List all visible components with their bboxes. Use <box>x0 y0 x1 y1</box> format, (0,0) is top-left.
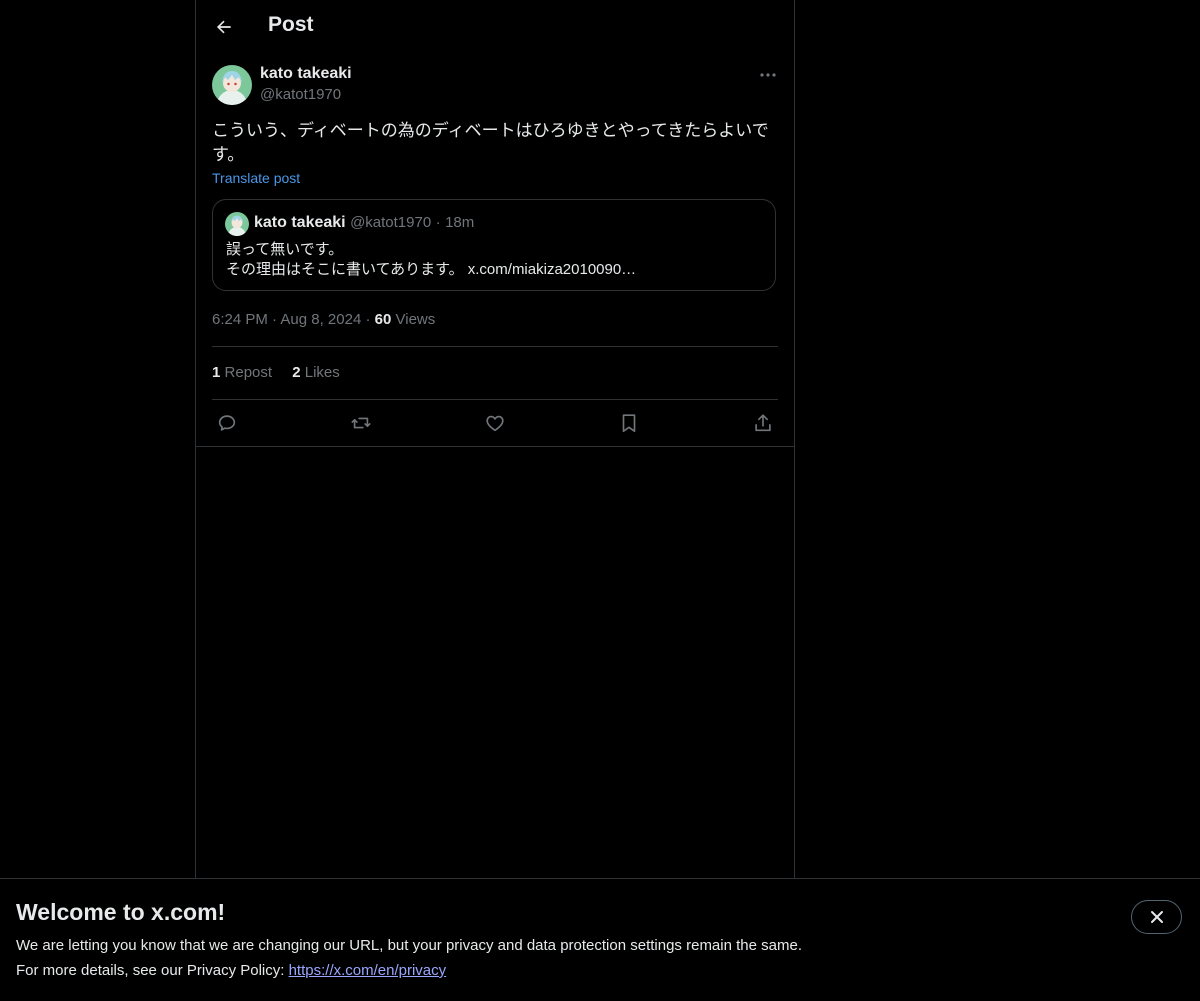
views-label: Views <box>395 311 436 328</box>
likes-count: 2 <box>292 364 301 381</box>
banner-title: Welcome to x.com! <box>16 899 226 925</box>
reposts-count: 1 <box>212 364 221 381</box>
post-meta: 6:24 PM · Aug 8, 2024 · 60 Views <box>212 311 435 328</box>
more-icon <box>760 73 776 77</box>
bookmark-button[interactable] <box>615 410 643 436</box>
separator: · <box>365 311 371 328</box>
tweet-text: こういう、ディベートの為のディベートはひろゆきとやってきたらよいです。 <box>212 121 769 164</box>
quoted-text-line: 誤って無いです。 <box>226 241 344 258</box>
separator: · <box>435 214 441 231</box>
divider <box>196 446 794 447</box>
divider <box>212 346 778 347</box>
banner-privacy-prefix: For more details, see our Privacy Policy… <box>16 962 289 979</box>
reply-button[interactable] <box>213 410 241 436</box>
reposts-stat[interactable]: 1 Repost <box>212 364 276 381</box>
quoted-post[interactable]: kato takeaki @katot1970 · 18m 誤って無いです。 そ… <box>212 199 776 291</box>
url-change-banner: Welcome to x.com! We are letting you kno… <box>0 878 1200 1001</box>
author-name[interactable]: kato takeaki <box>260 65 352 83</box>
repost-button[interactable] <box>347 410 375 436</box>
avatar[interactable] <box>212 65 252 105</box>
quoted-avatar-image <box>225 212 249 236</box>
more-options-button[interactable] <box>757 65 779 85</box>
arrow-left-icon <box>216 20 231 34</box>
author-handle[interactable]: @katot1970 <box>260 86 341 103</box>
quoted-author-handle: @katot1970 <box>350 214 432 231</box>
post-time[interactable]: 6:24 PM <box>212 311 268 328</box>
post-stats: 1 Repost 2 Likes <box>212 364 356 381</box>
quoted-text-line: その理由はそこに書いてあります。 x.com/miakiza2010090… <box>226 261 637 278</box>
like-icon <box>486 415 504 432</box>
quoted-time: 18m <box>445 214 475 231</box>
share-icon <box>755 414 771 432</box>
translate-post-link[interactable]: Translate post <box>212 170 300 186</box>
avatar-image <box>212 65 252 105</box>
privacy-policy-link[interactable]: https://x.com/en/privacy <box>289 962 447 979</box>
quoted-text: 誤って無いです。 その理由はそこに書いてあります。 x.com/miakiza2… <box>226 240 636 280</box>
views-count: 60 <box>374 311 392 328</box>
post-header: Post <box>196 0 794 54</box>
reposts-label: Repost <box>224 364 273 381</box>
divider <box>212 399 778 400</box>
banner-message: We are letting you know that we are chan… <box>16 937 802 954</box>
banner-privacy-line: For more details, see our Privacy Policy… <box>16 962 446 979</box>
like-button[interactable] <box>481 410 509 436</box>
repost-icon <box>351 417 371 429</box>
post-column: Post kato takeaki @katot1970 こういう、ディベートの… <box>195 0 795 878</box>
back-button[interactable] <box>207 10 241 44</box>
post-date[interactable]: Aug 8, 2024 <box>280 311 361 328</box>
share-button[interactable] <box>749 410 777 436</box>
separator: · <box>272 311 278 328</box>
quoted-avatar <box>225 212 249 236</box>
quoted-header: kato takeaki @katot1970 · 18m <box>254 214 474 232</box>
page-title: Post <box>268 13 314 36</box>
likes-stat[interactable]: 2 Likes <box>292 364 340 381</box>
likes-label: Likes <box>304 364 340 381</box>
close-icon <box>1150 911 1163 923</box>
close-banner-button[interactable] <box>1131 900 1182 934</box>
quoted-author-name: kato takeaki <box>254 214 346 231</box>
bookmark-icon <box>622 414 636 433</box>
reply-icon <box>218 415 236 431</box>
